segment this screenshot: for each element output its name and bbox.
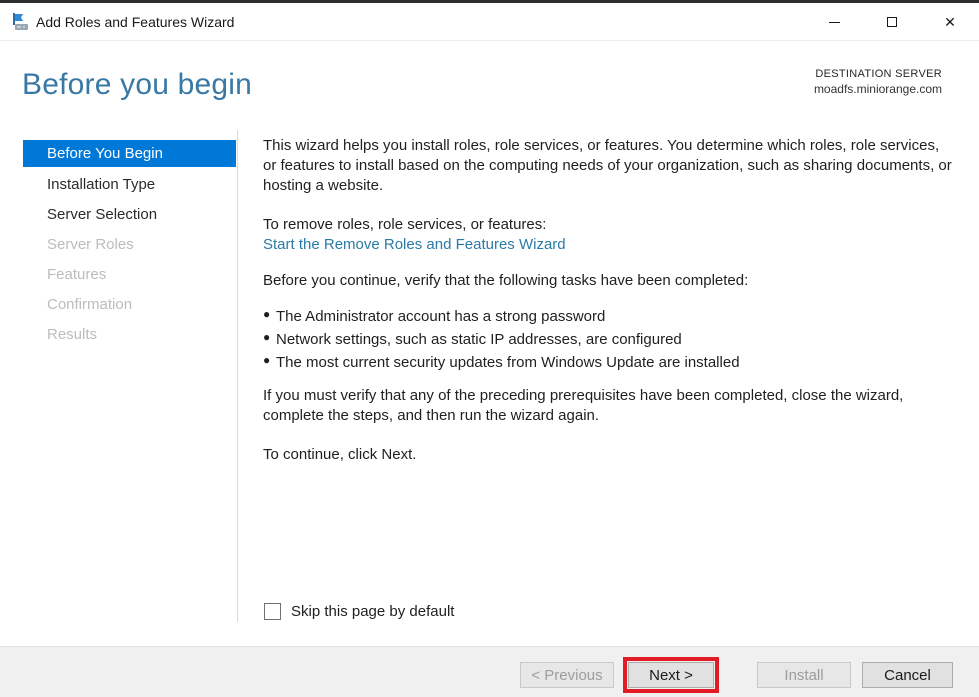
- nav-item-installation-type[interactable]: Installation Type: [23, 170, 236, 200]
- previous-button: < Previous: [520, 662, 614, 688]
- nav-item-server-roles: Server Roles: [47, 236, 134, 253]
- nav-item-server-selection[interactable]: Server Selection: [23, 200, 236, 230]
- note-paragraph: If you must verify that any of the prece…: [263, 387, 904, 424]
- destination-server-label: DESTINATION SERVER: [815, 68, 942, 80]
- next-button[interactable]: Next >: [623, 657, 719, 693]
- nav-item-confirmation: Confirmation: [47, 296, 133, 313]
- wizard-page-content: This wizard helps you install roles, rol…: [263, 130, 953, 465]
- server-roles-wizard-icon: [10, 12, 30, 32]
- nav-item-features: Features: [47, 266, 107, 283]
- nav-item-before-you-begin[interactable]: Before You Begin: [23, 140, 236, 167]
- cancel-button[interactable]: Cancel: [862, 662, 953, 688]
- destination-server-block: DESTINATION SERVER moadfs.miniorange.com: [814, 68, 942, 96]
- task-item: ● The most current security updates from …: [263, 351, 953, 374]
- window-controls: ✕: [805, 3, 979, 41]
- task-item: ● Network settings, such as static IP add…: [263, 328, 953, 351]
- nav-item-results: Results: [47, 326, 98, 343]
- maximize-icon[interactable]: [863, 3, 921, 41]
- intro-paragraph: This wizard helps you install roles, rol…: [263, 137, 952, 194]
- remove-roles-wizard-link[interactable]: Start the Remove Roles and Features Wiza…: [263, 235, 953, 255]
- install-button: Install: [757, 662, 851, 688]
- bullet-icon: ●: [263, 353, 271, 367]
- close-icon[interactable]: ✕: [921, 3, 979, 41]
- minimize-icon[interactable]: [805, 3, 863, 41]
- prerequisite-task-list: ● The Administrator account has a strong …: [263, 305, 953, 374]
- page-title: Before you begin: [22, 68, 253, 101]
- skip-checkbox-label[interactable]: Skip this page by default: [291, 603, 454, 620]
- skip-checkbox[interactable]: [264, 603, 281, 620]
- bullet-icon: ●: [263, 307, 271, 321]
- verify-heading: Before you continue, verify that the fol…: [263, 272, 749, 289]
- bullet-icon: ●: [263, 330, 271, 344]
- sidebar-divider: [237, 130, 238, 622]
- wizard-steps-nav: Before You Begin Installation Type Serve…: [23, 140, 236, 350]
- add-roles-wizard-window: Add Roles and Features Wizard ✕ Before y…: [0, 0, 979, 697]
- task-item: ● The Administrator account has a strong …: [263, 305, 953, 328]
- skip-page-row: Skip this page by default: [264, 603, 454, 620]
- wizard-footer: < Previous Next > Install Cancel: [0, 646, 979, 697]
- continue-hint: To continue, click Next.: [263, 446, 417, 463]
- destination-server-name: moadfs.miniorange.com: [813, 82, 942, 96]
- remove-heading: To remove roles, role services, or featu…: [263, 216, 547, 233]
- window-title: Add Roles and Features Wizard: [36, 14, 235, 30]
- titlebar: Add Roles and Features Wizard ✕: [0, 3, 979, 41]
